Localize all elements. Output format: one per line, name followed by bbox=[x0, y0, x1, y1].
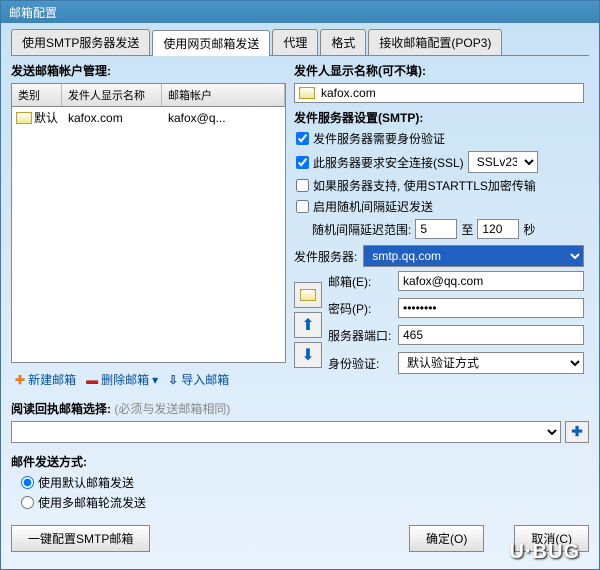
titlebar: 邮箱配置 bbox=[1, 1, 599, 23]
left-column: 发送邮箱帐户管理: 类别 发件人显示名称 邮箱帐户 默认 kafox.com k… bbox=[11, 62, 286, 390]
delay-range-label: 随机间隔延迟范围: bbox=[312, 221, 411, 238]
table-header: 类别 发件人显示名称 邮箱帐户 bbox=[12, 84, 285, 107]
plus-icon: ✚ bbox=[15, 373, 25, 387]
tab-smtp[interactable]: 使用SMTP服务器发送 bbox=[11, 29, 150, 55]
add-reply-mailbox-button[interactable]: ✚ bbox=[565, 421, 589, 443]
auth-required-label: 发件服务器需要身份验证 bbox=[313, 130, 445, 147]
arrow-up-icon: ⬆ bbox=[301, 315, 314, 335]
move-up-button[interactable]: ⬆ bbox=[294, 312, 322, 338]
tab-webmail[interactable]: 使用网页邮箱发送 bbox=[152, 30, 270, 56]
email-input[interactable] bbox=[398, 271, 584, 291]
content-area: 使用SMTP服务器发送 使用网页邮箱发送 代理 格式 接收邮箱配置(POP3) … bbox=[1, 23, 599, 569]
accounts-toolbar: ✚ 新建邮箱 ▬ 删除邮箱 ▾ ⇩ 导入邮箱 bbox=[11, 369, 286, 390]
starttls-row: 如果服务器支持, 使用STARTTLS加密传输 bbox=[294, 177, 584, 194]
mail-icon bbox=[300, 289, 316, 301]
password-input[interactable] bbox=[398, 298, 584, 318]
delay-to-input[interactable] bbox=[477, 219, 519, 239]
sender-name-input[interactable]: kafox.com bbox=[294, 83, 584, 103]
tab-proxy[interactable]: 代理 bbox=[272, 29, 318, 55]
delay-range-row: 随机间隔延迟范围: 至 秒 bbox=[312, 219, 584, 239]
send-mode-group: 使用默认邮箱发送 使用多邮箱轮流发送 bbox=[11, 474, 589, 511]
col-account[interactable]: 邮箱帐户 bbox=[162, 84, 285, 106]
footer: 一键配置SMTP邮箱 确定(O) 取消(C) bbox=[11, 525, 589, 552]
right-column: 发件人显示名称(可不填): kafox.com 发件服务器设置(SMTP): 发… bbox=[294, 62, 584, 390]
port-input[interactable] bbox=[398, 325, 584, 345]
arrow-down-icon: ⬇ bbox=[301, 345, 314, 365]
server-row: 发件服务器: smtp.qq.com bbox=[294, 245, 584, 267]
send-mode-section: 邮件发送方式: 使用默认邮箱发送 使用多邮箱轮流发送 bbox=[11, 453, 589, 511]
col-type[interactable]: 类别 bbox=[12, 84, 62, 106]
watermark: U·BUG bbox=[509, 541, 580, 564]
new-mailbox-button[interactable]: ✚ 新建邮箱 bbox=[11, 369, 80, 390]
cell-type-text: 默认 bbox=[34, 109, 58, 126]
import-mailbox-label: 导入邮箱 bbox=[181, 371, 229, 388]
email-label: 邮箱(E): bbox=[328, 273, 392, 290]
move-down-button[interactable]: ⬇ bbox=[294, 342, 322, 368]
random-delay-label: 启用随机间隔延迟发送 bbox=[313, 198, 433, 215]
send-mode-default-label: 使用默认邮箱发送 bbox=[38, 474, 134, 491]
random-delay-checkbox[interactable] bbox=[296, 200, 309, 213]
send-mode-multi-radio[interactable] bbox=[21, 496, 34, 509]
mail-icon bbox=[299, 87, 315, 99]
side-buttons: ⬆ ⬇ bbox=[294, 271, 322, 378]
smtp-settings-label: 发件服务器设置(SMTP): bbox=[294, 109, 584, 126]
send-mode-label: 邮件发送方式: bbox=[11, 453, 589, 470]
delay-sec-label: 秒 bbox=[523, 221, 535, 238]
new-mailbox-label: 新建邮箱 bbox=[28, 371, 76, 388]
mail-icon bbox=[16, 112, 32, 124]
auth-mode-label: 身份验证: bbox=[328, 355, 392, 372]
dialog-window: 邮箱配置 使用SMTP服务器发送 使用网页邮箱发送 代理 格式 接收邮箱配置(P… bbox=[0, 0, 600, 570]
accounts-title: 发送邮箱帐户管理: bbox=[11, 62, 286, 79]
ssl-checkbox[interactable] bbox=[296, 156, 309, 169]
minus-icon: ▬ bbox=[86, 373, 98, 387]
accounts-table[interactable]: 类别 发件人显示名称 邮箱帐户 默认 kafox.com kafox@q... bbox=[11, 83, 286, 363]
tab-pop3[interactable]: 接收邮箱配置(POP3) bbox=[368, 29, 502, 55]
cell-type: 默认 bbox=[12, 109, 62, 126]
starttls-label: 如果服务器支持, 使用STARTTLS加密传输 bbox=[313, 177, 536, 194]
auth-required-checkbox[interactable] bbox=[296, 132, 309, 145]
reply-mailbox-select[interactable] bbox=[11, 421, 561, 443]
delay-to-label: 至 bbox=[461, 221, 473, 238]
delete-mailbox-button[interactable]: ▬ 删除邮箱 ▾ bbox=[82, 369, 162, 390]
smtp-server-select[interactable]: smtp.qq.com bbox=[363, 245, 584, 267]
window-title: 邮箱配置 bbox=[9, 4, 57, 20]
cell-account: kafox@q... bbox=[162, 111, 285, 125]
reply-hint: (必须与发送邮箱相同) bbox=[114, 402, 230, 416]
auth-required-row: 发件服务器需要身份验证 bbox=[294, 130, 584, 147]
import-icon: ⇩ bbox=[168, 373, 178, 387]
delay-from-input[interactable] bbox=[415, 219, 457, 239]
table-row[interactable]: 默认 kafox.com kafox@q... bbox=[12, 107, 285, 128]
cell-name: kafox.com bbox=[62, 111, 162, 125]
col-name[interactable]: 发件人显示名称 bbox=[62, 84, 162, 106]
send-mode-multi-label: 使用多邮箱轮流发送 bbox=[38, 494, 146, 511]
ssl-label: 此服务器要求安全连接(SSL) bbox=[313, 154, 464, 171]
server-label: 发件服务器: bbox=[294, 248, 357, 265]
tab-strip: 使用SMTP服务器发送 使用网页邮箱发送 代理 格式 接收邮箱配置(POP3) bbox=[11, 29, 589, 56]
main-panel: 发送邮箱帐户管理: 类别 发件人显示名称 邮箱帐户 默认 kafox.com k… bbox=[11, 62, 589, 390]
dropdown-icon: ▾ bbox=[152, 373, 158, 387]
auth-mode-select[interactable]: 默认验证方式 bbox=[398, 352, 584, 374]
random-delay-row: 启用随机间隔延迟发送 bbox=[294, 198, 584, 215]
password-label: 密码(P): bbox=[328, 300, 392, 317]
ok-button[interactable]: 确定(O) bbox=[409, 525, 484, 552]
delete-mailbox-label: 删除邮箱 bbox=[101, 371, 149, 388]
starttls-checkbox[interactable] bbox=[296, 179, 309, 192]
mail-indicator-button[interactable] bbox=[294, 282, 322, 308]
sender-name-value: kafox.com bbox=[321, 86, 376, 100]
server-inputs: 邮箱(E): 密码(P): 服务器端口: 身份验证: bbox=[328, 271, 584, 378]
import-mailbox-button[interactable]: ⇩ 导入邮箱 bbox=[164, 369, 233, 390]
sender-label: 发件人显示名称(可不填): bbox=[294, 62, 584, 79]
ssl-row: 此服务器要求安全连接(SSL) SSLv23 bbox=[294, 151, 584, 173]
reply-combo-row: ✚ bbox=[11, 421, 589, 443]
reply-label: 阅读回执邮箱选择: bbox=[11, 402, 111, 416]
ssl-version-select[interactable]: SSLv23 bbox=[468, 151, 538, 173]
send-mode-default-radio[interactable] bbox=[21, 476, 34, 489]
tab-format[interactable]: 格式 bbox=[320, 29, 366, 55]
reply-section: 阅读回执邮箱选择: (必须与发送邮箱相同) ✚ bbox=[11, 400, 589, 443]
credentials-block: ⬆ ⬇ 邮箱(E): 密码(P): 服务器端口: bbox=[294, 271, 584, 378]
port-label: 服务器端口: bbox=[328, 327, 392, 344]
autoconfig-smtp-button[interactable]: 一键配置SMTP邮箱 bbox=[11, 525, 150, 552]
